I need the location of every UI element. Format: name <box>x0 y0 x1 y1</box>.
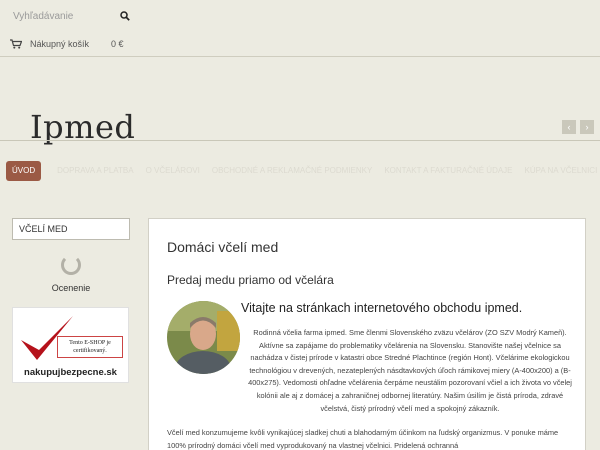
main-nav: Úvod Doprava a platba O včelárovi Obchod… <box>0 160 600 182</box>
nav-item-o-vcelarovi[interactable]: O včelárovi <box>140 161 206 181</box>
nav-item-kontakt[interactable]: Kontakt a fakturačné údaje <box>378 161 518 181</box>
search-icon[interactable] <box>120 11 130 21</box>
main-content: Domáci včelí med Predaj medu priamo od v… <box>148 218 586 450</box>
nav-item-obchodne-podmienky[interactable]: Obchodné a reklamačné podmienky <box>206 161 378 181</box>
welcome-text: Rodinná včelia farma ipmed. Sme členmi S… <box>248 328 572 413</box>
search-box <box>6 4 136 28</box>
cart-amount: 0 € <box>111 39 124 49</box>
nav-item-uvod[interactable]: Úvod <box>6 161 42 181</box>
sidebar: VČELÍ MED Ocenenie Tento E-SHOP je certi… <box>12 218 130 383</box>
slider-prev-button[interactable]: ‹ <box>562 120 576 134</box>
search-input[interactable] <box>6 4 136 28</box>
intro-paragraph: Včelí med konzumujeme kvôli vynikajúcej … <box>167 428 559 450</box>
rating-label: Ocenenie <box>51 283 91 293</box>
slider-next-button[interactable]: › <box>580 120 594 134</box>
category-select[interactable]: VČELÍ MED <box>12 218 130 240</box>
nav-item-kupa-na-vcelnici[interactable]: Kúpa na včelnici <box>519 161 600 181</box>
welcome-section: Vitajte na stránkach internetového obcho… <box>167 301 572 413</box>
page-title: Domáci včelí med <box>167 239 279 255</box>
cart-icon <box>10 39 22 49</box>
badge-cert-text: Tento E-SHOP je certifikovaný. <box>57 336 123 358</box>
certification-badge[interactable]: Tento E-SHOP je certifikovaný. nakupujbe… <box>12 307 129 383</box>
badge-site-name: nakupujbezpecne.sk <box>24 367 117 378</box>
page-subtitle: Predaj medu priamo od včelára <box>167 273 334 287</box>
cart-label: Nákupný košík <box>30 39 90 49</box>
nav-item-doprava-a-platba[interactable]: Doprava a platba <box>51 161 139 181</box>
header-divider <box>0 140 600 141</box>
beekeeper-portrait <box>167 301 240 374</box>
cart-link[interactable]: Nákupný košík 0 € <box>10 39 124 49</box>
loading-spinner-icon <box>61 255 81 275</box>
top-bar: Nákupný košík 0 € <box>0 0 600 57</box>
welcome-title: Vitajte na stránkach internetového obcho… <box>241 301 523 315</box>
